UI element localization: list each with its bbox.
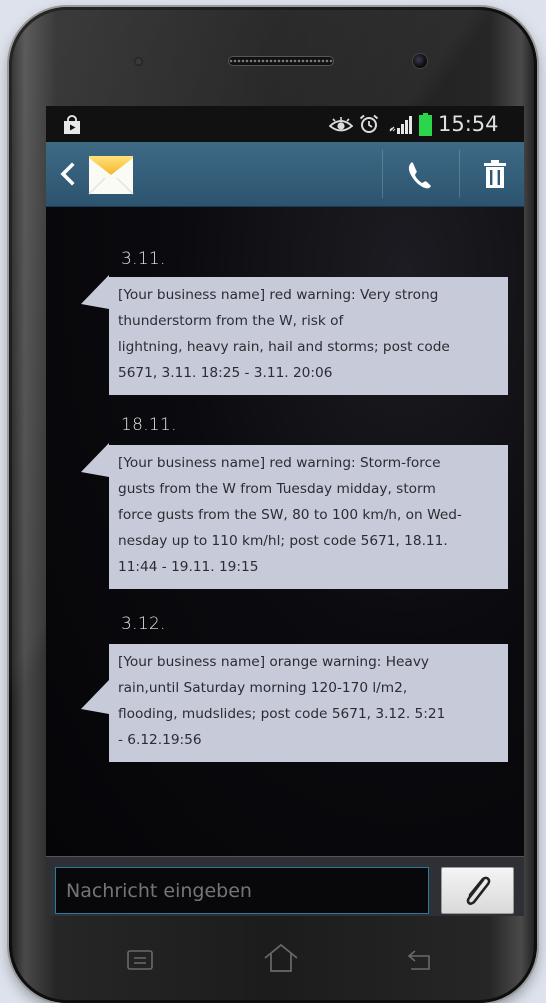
status-bar: 15:54 (46, 106, 524, 142)
message-date: 3.12. (121, 614, 166, 634)
phone-frame: 15:54 3.11. [Your business name] red war… (9, 7, 537, 1003)
back-icon[interactable] (401, 945, 437, 975)
message-line: flooding, mudslides; post code 5671, 3.1… (118, 706, 446, 722)
message-line: lightning, heavy rain, hail and storms; … (118, 339, 450, 355)
message-line: 5671, 3.11. 18:25 - 3.11. 20:06 (118, 365, 333, 381)
phone-icon[interactable] (394, 156, 446, 194)
proximity-sensor (134, 57, 143, 66)
envelope-icon (88, 156, 134, 195)
action-divider (382, 150, 383, 198)
earpiece-speaker (229, 57, 333, 65)
store-icon (64, 115, 80, 134)
message-date: 18.11. (121, 415, 177, 435)
attach-button[interactable] (441, 867, 514, 914)
bubble-tail (81, 275, 109, 309)
signal-icon (389, 116, 412, 134)
message-line: [Your business name] orange warning: Hea… (118, 654, 430, 670)
message-line: - 6.12.19:56 (118, 732, 202, 748)
menu-icon[interactable] (125, 945, 155, 975)
paperclip-icon (466, 876, 491, 905)
composer-bar (46, 856, 524, 916)
message-line: [Your business name] red warning: Storm-… (118, 455, 441, 471)
back-chevron-icon[interactable] (54, 158, 80, 190)
screen: 15:54 3.11. [Your business name] red war… (46, 106, 524, 916)
bubble-tail (81, 680, 109, 714)
message-input[interactable] (55, 867, 429, 914)
bubble-tail (81, 443, 109, 477)
message-line: 11:44 - 19.11. 19:15 (118, 559, 259, 575)
message-line: nesday up to 110 km/hl; post code 5671, … (118, 533, 448, 549)
message-line: [Your business name] red warning: Very s… (118, 287, 439, 303)
status-time: 15:54 (438, 112, 499, 136)
eye-icon (329, 117, 353, 132)
message-list: 3.11. [Your business name] red warning: … (46, 207, 524, 856)
message-line: rain,until Saturday morning 120-170 l/m2… (118, 680, 408, 696)
trash-icon[interactable] (472, 156, 518, 194)
message-date: 3.11. (121, 249, 166, 269)
action-divider (459, 150, 460, 198)
message-line: thunderstorm from the W, risk of (118, 313, 344, 329)
message-bubble[interactable]: [Your business name] red warning: Very s… (109, 277, 508, 395)
message-line: gusts from the W from Tuesday midday, st… (118, 481, 436, 497)
message-bubble[interactable]: [Your business name] red warning: Storm-… (109, 445, 508, 589)
conversation-header (46, 142, 524, 207)
battery-icon (419, 113, 432, 136)
alarm-icon (359, 114, 379, 133)
front-camera (413, 54, 427, 68)
home-icon[interactable] (261, 941, 301, 975)
message-line: force gusts from the SW, 80 to 100 km/h,… (118, 507, 462, 523)
message-bubble[interactable]: [Your business name] orange warning: Hea… (109, 644, 508, 762)
